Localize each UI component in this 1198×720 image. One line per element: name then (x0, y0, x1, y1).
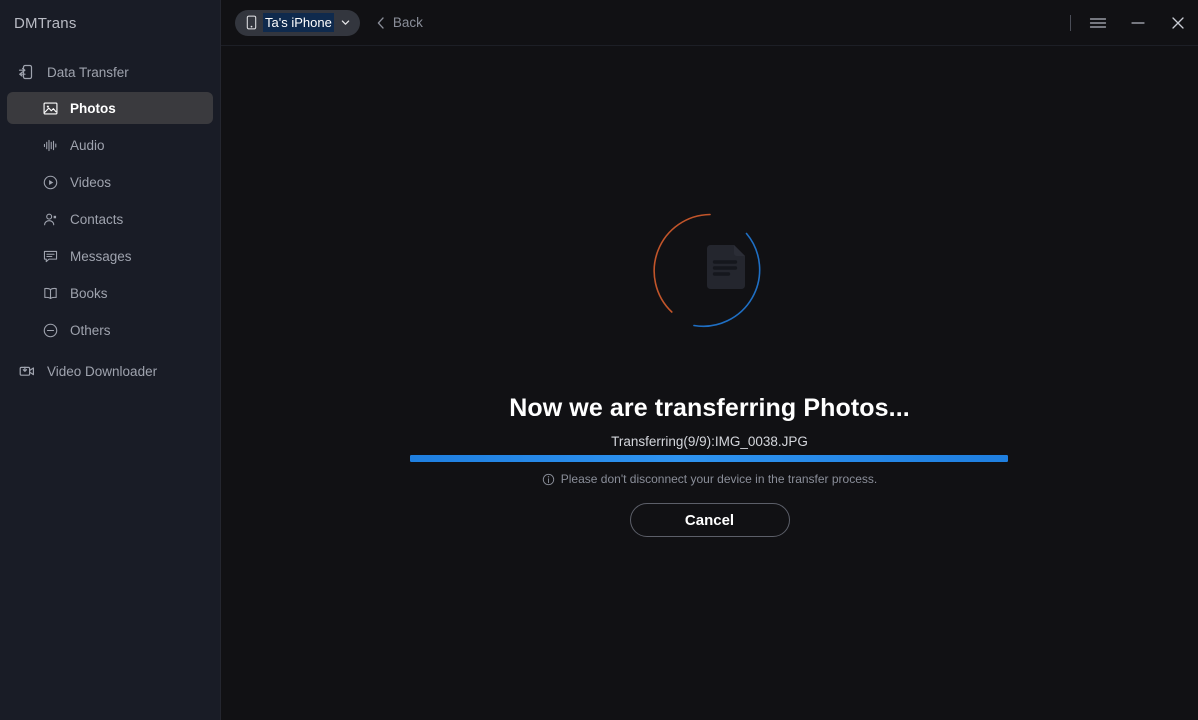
progress-bar (410, 455, 1008, 462)
sidebar-item-videos[interactable]: Videos (7, 166, 213, 198)
sidebar-item-contacts[interactable]: Contacts (7, 203, 213, 235)
transfer-panel: Now we are transferring Photos... Transf… (221, 46, 1198, 720)
sidebar-item-others[interactable]: Others (7, 314, 213, 346)
sidebar-item-photos[interactable]: Photos (7, 92, 213, 124)
topbar: Ta's iPhone Back (221, 0, 1198, 46)
others-icon (41, 321, 59, 339)
cancel-button[interactable]: Cancel (629, 503, 790, 537)
sidebar-item-messages[interactable]: Messages (7, 240, 213, 272)
device-selector[interactable]: Ta's iPhone (235, 9, 360, 36)
app-brand: DMTrans (0, 0, 220, 46)
sidebar-item-data-transfer[interactable]: Data Transfer (7, 56, 213, 88)
video-icon (41, 173, 59, 191)
sidebar-item-label: Video Downloader (47, 363, 158, 379)
sidebar-item-label: Books (70, 285, 108, 301)
contact-icon (41, 210, 59, 228)
document-icon (702, 243, 748, 291)
chevron-left-icon (374, 16, 388, 30)
close-icon[interactable] (1158, 0, 1198, 46)
audio-icon (41, 136, 59, 154)
sidebar: DMTrans Data Transfer Photos Audio Video… (0, 0, 221, 720)
phone-transfer-icon (18, 63, 36, 81)
minimize-icon[interactable] (1118, 0, 1158, 46)
video-download-icon (18, 362, 36, 380)
sidebar-item-label: Data Transfer (47, 64, 129, 80)
progress-bar-fill (410, 455, 1008, 462)
document-spinner-icon (650, 211, 770, 331)
back-label: Back (392, 15, 423, 30)
back-button[interactable]: Back (374, 15, 423, 30)
photo-icon (41, 99, 59, 117)
phone-icon (244, 15, 258, 31)
transfer-status: Transferring(9/9):IMG_0038.JPG (611, 434, 808, 449)
sidebar-item-video-downloader[interactable]: Video Downloader (7, 355, 213, 387)
disconnect-hint-label: Please don't disconnect your device in t… (560, 472, 878, 486)
hamburger-menu-icon[interactable] (1078, 0, 1118, 46)
transfer-title: Now we are transferring Photos... (509, 394, 910, 422)
app-window: DMTrans Data Transfer Photos Audio Video… (0, 0, 1198, 720)
disconnect-hint: Please don't disconnect your device in t… (221, 472, 1198, 486)
info-icon (542, 473, 555, 486)
sidebar-item-label: Contacts (70, 211, 124, 227)
main-area: Ta's iPhone Back Now we are transferring… (221, 0, 1198, 720)
brand-label: DMTrans (14, 14, 77, 32)
sidebar-nav: Data Transfer Photos Audio Videos Contac… (0, 46, 220, 387)
sidebar-item-label: Audio (70, 137, 105, 153)
window-controls (1070, 0, 1198, 46)
book-icon (41, 284, 59, 302)
sidebar-item-label: Videos (70, 174, 112, 190)
sidebar-item-label: Photos (70, 100, 116, 116)
toolbar-divider (1070, 15, 1071, 31)
sidebar-item-audio[interactable]: Audio (7, 129, 213, 161)
device-name-label: Ta's iPhone (263, 13, 334, 32)
chevron-down-icon[interactable] (335, 12, 357, 34)
sidebar-item-label: Messages (70, 248, 132, 264)
message-icon (41, 247, 59, 265)
sidebar-item-books[interactable]: Books (7, 277, 213, 309)
sidebar-item-label: Others (70, 322, 111, 338)
